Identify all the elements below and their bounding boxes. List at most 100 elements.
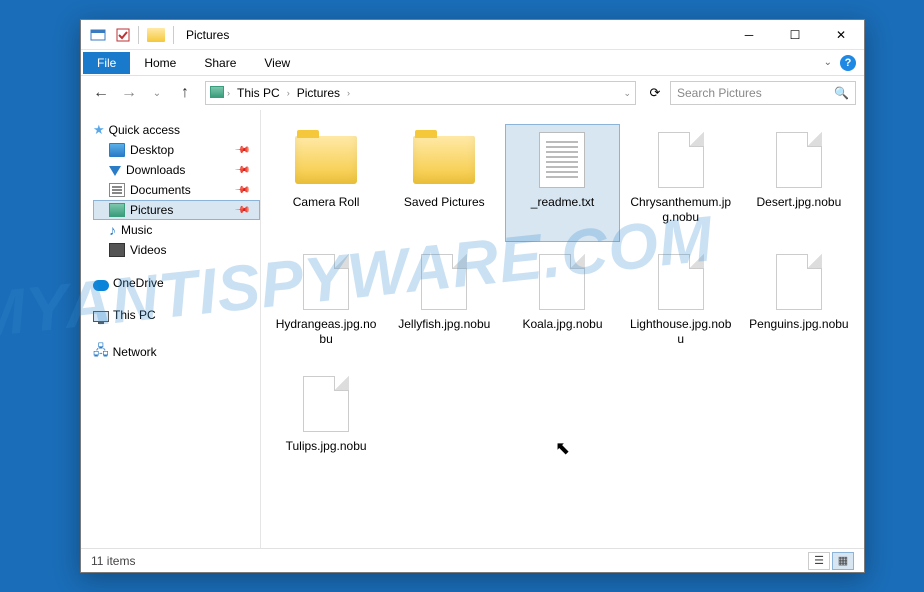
desktop-icon [109,143,125,157]
sidebar-label: Desktop [130,143,174,157]
close-button[interactable]: ✕ [818,20,864,49]
titlebar-divider2 [173,26,174,44]
titlebar-divider [138,26,139,44]
sidebar-item-music[interactable]: ♪ Music [93,220,260,240]
sidebar-item-desktop[interactable]: Desktop 📌 [93,140,260,160]
pin-icon: 📌 [233,162,250,179]
window-controls: ─ ☐ ✕ [726,20,864,49]
titlebar-folder-icon [147,28,165,42]
sidebar-label: Quick access [109,123,180,137]
blank-file-icon [776,254,822,310]
maximize-button[interactable]: ☐ [772,20,818,49]
sidebar-thispc[interactable]: This PC [93,306,260,324]
qat-checkbox-icon[interactable] [112,24,134,46]
sidebar-label: This PC [113,308,156,322]
nav-recent-dropdown[interactable]: ⌄ [145,81,169,105]
sidebar-item-videos[interactable]: Videos [93,240,260,260]
sidebar-item-pictures[interactable]: Pictures 📌 [93,200,260,220]
sidebar-label: Music [121,223,152,237]
address-bar[interactable]: › This PC › Pictures › ⌄ [205,81,636,105]
file-koala[interactable]: Koala.jpg.nobu [505,246,619,364]
file-penguins[interactable]: Penguins.jpg.nobu [742,246,856,364]
music-icon: ♪ [109,223,116,237]
search-icon: 🔍 [834,86,849,100]
item-label: Hydrangeas.jpg.nobu [273,317,379,347]
file-lighthouse[interactable]: Lighthouse.jpg.nobu [624,246,738,364]
folder-camera-roll[interactable]: Camera Roll [269,124,383,242]
file-desert[interactable]: Desert.jpg.nobu [742,124,856,242]
blank-file-icon [303,376,349,432]
item-label: Koala.jpg.nobu [522,317,602,332]
folder-icon [413,136,475,184]
file-tulips[interactable]: Tulips.jpg.nobu [269,368,383,486]
sidebar-label: Documents [130,183,191,197]
file-list[interactable]: Camera Roll Saved Pictures _readme.txt C… [261,110,864,548]
search-input[interactable]: Search Pictures 🔍 [670,81,856,105]
navigation-row: ← → ⌄ ↑ › This PC › Pictures › ⌄ ⟳ Searc… [81,76,864,110]
file-hydrangeas[interactable]: Hydrangeas.jpg.nobu [269,246,383,364]
item-label: Chrysanthemum.jpg.nobu [628,195,734,225]
view-icons-button[interactable]: ▦ [832,552,854,570]
nav-forward-button[interactable]: → [117,81,141,105]
ribbon-expand-icon[interactable]: ⌄ [824,57,832,68]
explorer-window: Pictures ─ ☐ ✕ File Home Share View ⌄ ? … [80,19,865,573]
sidebar-label: Network [113,345,157,359]
ribbon-tabs: File Home Share View ⌄ ? [81,50,864,76]
sidebar-item-downloads[interactable]: Downloads 📌 [93,160,260,180]
blank-file-icon [658,132,704,188]
item-label: Penguins.jpg.nobu [749,317,848,332]
help-icon[interactable]: ? [840,55,856,71]
item-label: Camera Roll [293,195,360,210]
tab-view[interactable]: View [250,52,304,74]
blank-file-icon [421,254,467,310]
sidebar-item-documents[interactable]: Documents 📌 [93,180,260,200]
folder-icon [295,136,357,184]
sidebar-onedrive[interactable]: OneDrive [93,274,260,292]
item-label: Desert.jpg.nobu [757,195,842,210]
status-bar: 11 items ☰ ▦ [81,548,864,572]
file-readme[interactable]: _readme.txt [505,124,619,242]
pin-icon: 📌 [233,182,250,199]
refresh-button[interactable]: ⟳ [644,82,666,104]
tab-share[interactable]: Share [190,52,250,74]
address-folder-icon [210,86,224,101]
sidebar-label: Downloads [126,163,185,177]
item-label: Lighthouse.jpg.nobu [628,317,734,347]
item-label: Jellyfish.jpg.nobu [398,317,490,332]
sidebar-quick-access[interactable]: ★ Quick access [93,120,260,140]
blank-file-icon [303,254,349,310]
address-dropdown-icon[interactable]: ⌄ [623,88,631,99]
minimize-button[interactable]: ─ [726,20,772,49]
item-label: Tulips.jpg.nobu [286,439,367,454]
sidebar-label: Pictures [130,203,173,217]
search-placeholder: Search Pictures [677,86,762,100]
pin-icon: 📌 [233,142,250,159]
tab-file[interactable]: File [83,52,130,74]
sidebar-label: Videos [130,243,166,257]
video-icon [109,243,125,257]
pin-icon: 📌 [233,202,250,219]
file-jellyfish[interactable]: Jellyfish.jpg.nobu [387,246,501,364]
address-sep-icon[interactable]: › [227,88,230,98]
quick-access-toolbar [87,24,134,46]
qat-properties-icon[interactable] [87,24,109,46]
address-sep-icon[interactable]: › [347,88,350,98]
address-sep-icon[interactable]: › [287,88,290,98]
item-label: Saved Pictures [404,195,485,210]
file-chrysanthemum[interactable]: Chrysanthemum.jpg.nobu [624,124,738,242]
address-seg-pictures[interactable]: Pictures [293,85,344,101]
document-icon [109,183,125,197]
navigation-pane: ★ Quick access Desktop 📌 Downloads 📌 Docume… [81,110,261,548]
pc-icon [93,311,109,322]
folder-saved-pictures[interactable]: Saved Pictures [387,124,501,242]
network-icon: 🖧 [93,340,109,364]
pictures-icon [109,203,125,217]
address-seg-thispc[interactable]: This PC [233,85,284,101]
nav-back-button[interactable]: ← [89,81,113,105]
blank-file-icon [776,132,822,188]
tab-home[interactable]: Home [130,52,190,74]
view-details-button[interactable]: ☰ [808,552,830,570]
star-icon: ★ [93,122,105,138]
nav-up-button[interactable]: ↑ [173,81,197,105]
sidebar-network[interactable]: 🖧 Network [93,338,260,366]
